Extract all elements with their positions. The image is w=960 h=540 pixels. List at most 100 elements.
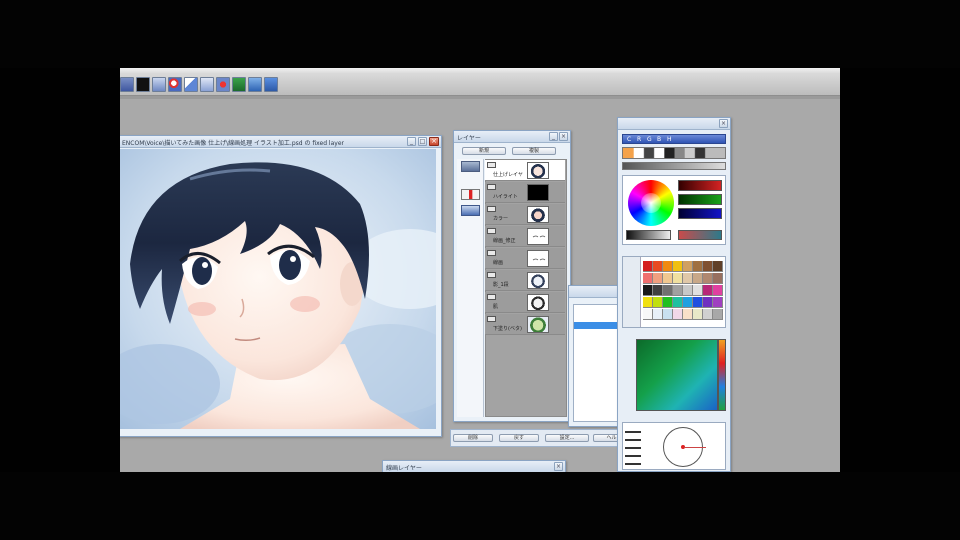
palette-swatch[interactable] [713, 261, 723, 272]
palette-swatch[interactable] [683, 309, 693, 320]
layer-tool-icon-3[interactable] [461, 205, 480, 216]
palette-swatch[interactable] [713, 309, 723, 320]
green-slider[interactable] [678, 194, 722, 205]
minimize-icon[interactable]: _ [407, 137, 416, 146]
color-mode-c[interactable]: C [627, 136, 631, 143]
palette-swatch[interactable] [643, 261, 653, 272]
palette-swatch[interactable] [693, 297, 703, 308]
palette-swatch[interactable] [653, 297, 663, 308]
brush-shape-buttons[interactable] [625, 425, 641, 467]
gradient-mixer[interactable] [636, 339, 718, 411]
palette-swatch[interactable] [643, 273, 653, 284]
maximize-icon[interactable]: □ [418, 137, 427, 146]
settings-button[interactable]: 設定... [545, 434, 589, 442]
toolbar-button-8[interactable] [232, 77, 246, 92]
line-layer-window[interactable]: 線画レイヤー × [382, 460, 566, 472]
color-panel[interactable]: × C R G B H [617, 117, 731, 472]
size-slider-strip[interactable] [622, 162, 726, 170]
palette-swatch[interactable] [643, 309, 653, 320]
color-mode-h[interactable]: H [667, 136, 672, 143]
layer-row[interactable]: 下塗り(ベタ) [485, 314, 565, 335]
layer-visibility-icon[interactable] [487, 316, 496, 322]
palette-swatch[interactable] [653, 285, 663, 296]
color-panel-close-icon[interactable]: × [719, 119, 728, 128]
palette-swatch[interactable] [703, 297, 713, 308]
toolbar-button-10[interactable] [264, 77, 278, 92]
layer-visibility-icon[interactable] [487, 162, 496, 168]
layer-tool-icon-2[interactable] [461, 189, 480, 200]
palette-swatch[interactable] [713, 285, 723, 296]
layer-window-titlebar[interactable]: レイヤー _ × [454, 131, 570, 143]
palette-swatch[interactable] [713, 297, 723, 308]
layer-tool-icon-1[interactable] [461, 161, 480, 172]
palette-swatch[interactable] [663, 297, 673, 308]
toolbar-button-5[interactable] [184, 77, 198, 92]
palette-swatch[interactable] [653, 273, 663, 284]
palette-swatch[interactable] [683, 297, 693, 308]
layer-row[interactable]: 線画 [485, 248, 565, 269]
palette-swatch[interactable] [673, 273, 683, 284]
color-mode-g[interactable]: G [647, 136, 652, 143]
palette-swatch[interactable] [703, 285, 713, 296]
toolbar-button-1[interactable] [120, 77, 134, 92]
duplicate-layer-button[interactable]: 複製 [512, 147, 556, 155]
canvas-window[interactable]: ENCOM\Voice\描いてみた画像 仕上げ\線画処理 イラスト加工.psd … [120, 135, 442, 437]
layer-visibility-icon[interactable] [487, 228, 496, 234]
mixer-scroll-strip[interactable] [718, 339, 726, 411]
palette-swatch[interactable] [683, 273, 693, 284]
new-layer-button[interactable]: 新規 [462, 147, 506, 155]
layer-visibility-icon[interactable] [487, 272, 496, 278]
layer-row[interactable]: 影_1段 [485, 270, 565, 291]
color-mode-b[interactable]: B [657, 136, 661, 143]
palette-swatch[interactable] [643, 297, 653, 308]
line-layer-titlebar[interactable]: 線画レイヤー × [383, 461, 565, 472]
palette-swatch[interactable] [653, 261, 663, 272]
drawing-canvas[interactable] [120, 149, 436, 429]
palette-swatch[interactable] [683, 285, 693, 296]
toolbar-button-3[interactable] [152, 77, 166, 92]
palette-swatch[interactable] [663, 273, 673, 284]
toolbar-button-7[interactable] [216, 77, 230, 92]
palette-swatch[interactable] [703, 273, 713, 284]
palette-swatch[interactable] [653, 309, 663, 320]
toolbar-button-6[interactable] [200, 77, 214, 92]
delete-button[interactable]: 削除 [453, 434, 493, 442]
undo-button[interactable]: 戻す [499, 434, 539, 442]
palette-swatch[interactable] [693, 261, 703, 272]
brush-tool-strip[interactable] [622, 147, 726, 159]
palette-swatch[interactable] [663, 261, 673, 272]
layer-window[interactable]: レイヤー _ × 新規 複製 仕上げレイヤ ハイライト カラー 線画_修正 線画… [453, 130, 571, 422]
palette-swatch[interactable] [683, 261, 693, 272]
current-color-swatch[interactable] [678, 230, 722, 240]
palette-swatch[interactable] [713, 273, 723, 284]
palette-swatch[interactable] [703, 309, 713, 320]
brush-size-circle[interactable] [663, 427, 706, 467]
palette-swatch[interactable] [693, 285, 703, 296]
layer-row[interactable]: ハイライト [485, 182, 565, 203]
layer-window-minimize-icon[interactable]: _ [549, 132, 558, 141]
close-icon[interactable]: × [429, 137, 439, 146]
palette-swatch[interactable] [663, 285, 673, 296]
gray-gradient-bar[interactable] [626, 230, 671, 240]
palette-swatch[interactable] [663, 309, 673, 320]
toolbar-button-9[interactable] [248, 77, 262, 92]
toolbar-button-4[interactable] [168, 77, 182, 92]
palette-swatch[interactable] [673, 297, 683, 308]
layer-row[interactable]: カラー [485, 204, 565, 225]
layer-visibility-icon[interactable] [487, 250, 496, 256]
palette-swatch[interactable] [693, 273, 703, 284]
color-mode-r[interactable]: R [637, 136, 641, 143]
color-wheel[interactable] [628, 180, 674, 226]
red-slider[interactable] [678, 180, 722, 191]
layer-row[interactable]: 仕上げレイヤ [485, 160, 565, 181]
palette-swatch[interactable] [673, 285, 683, 296]
color-panel-titlebar[interactable]: × [618, 118, 730, 130]
palette-swatch[interactable] [703, 261, 713, 272]
palette-swatch[interactable] [673, 261, 683, 272]
layer-row[interactable]: 線画_修正 [485, 226, 565, 247]
layer-window-close-icon[interactable]: × [559, 132, 568, 141]
palette-swatch[interactable] [673, 309, 683, 320]
blue-slider[interactable] [678, 208, 722, 219]
layer-visibility-icon[interactable] [487, 184, 496, 190]
layer-visibility-icon[interactable] [487, 206, 496, 212]
